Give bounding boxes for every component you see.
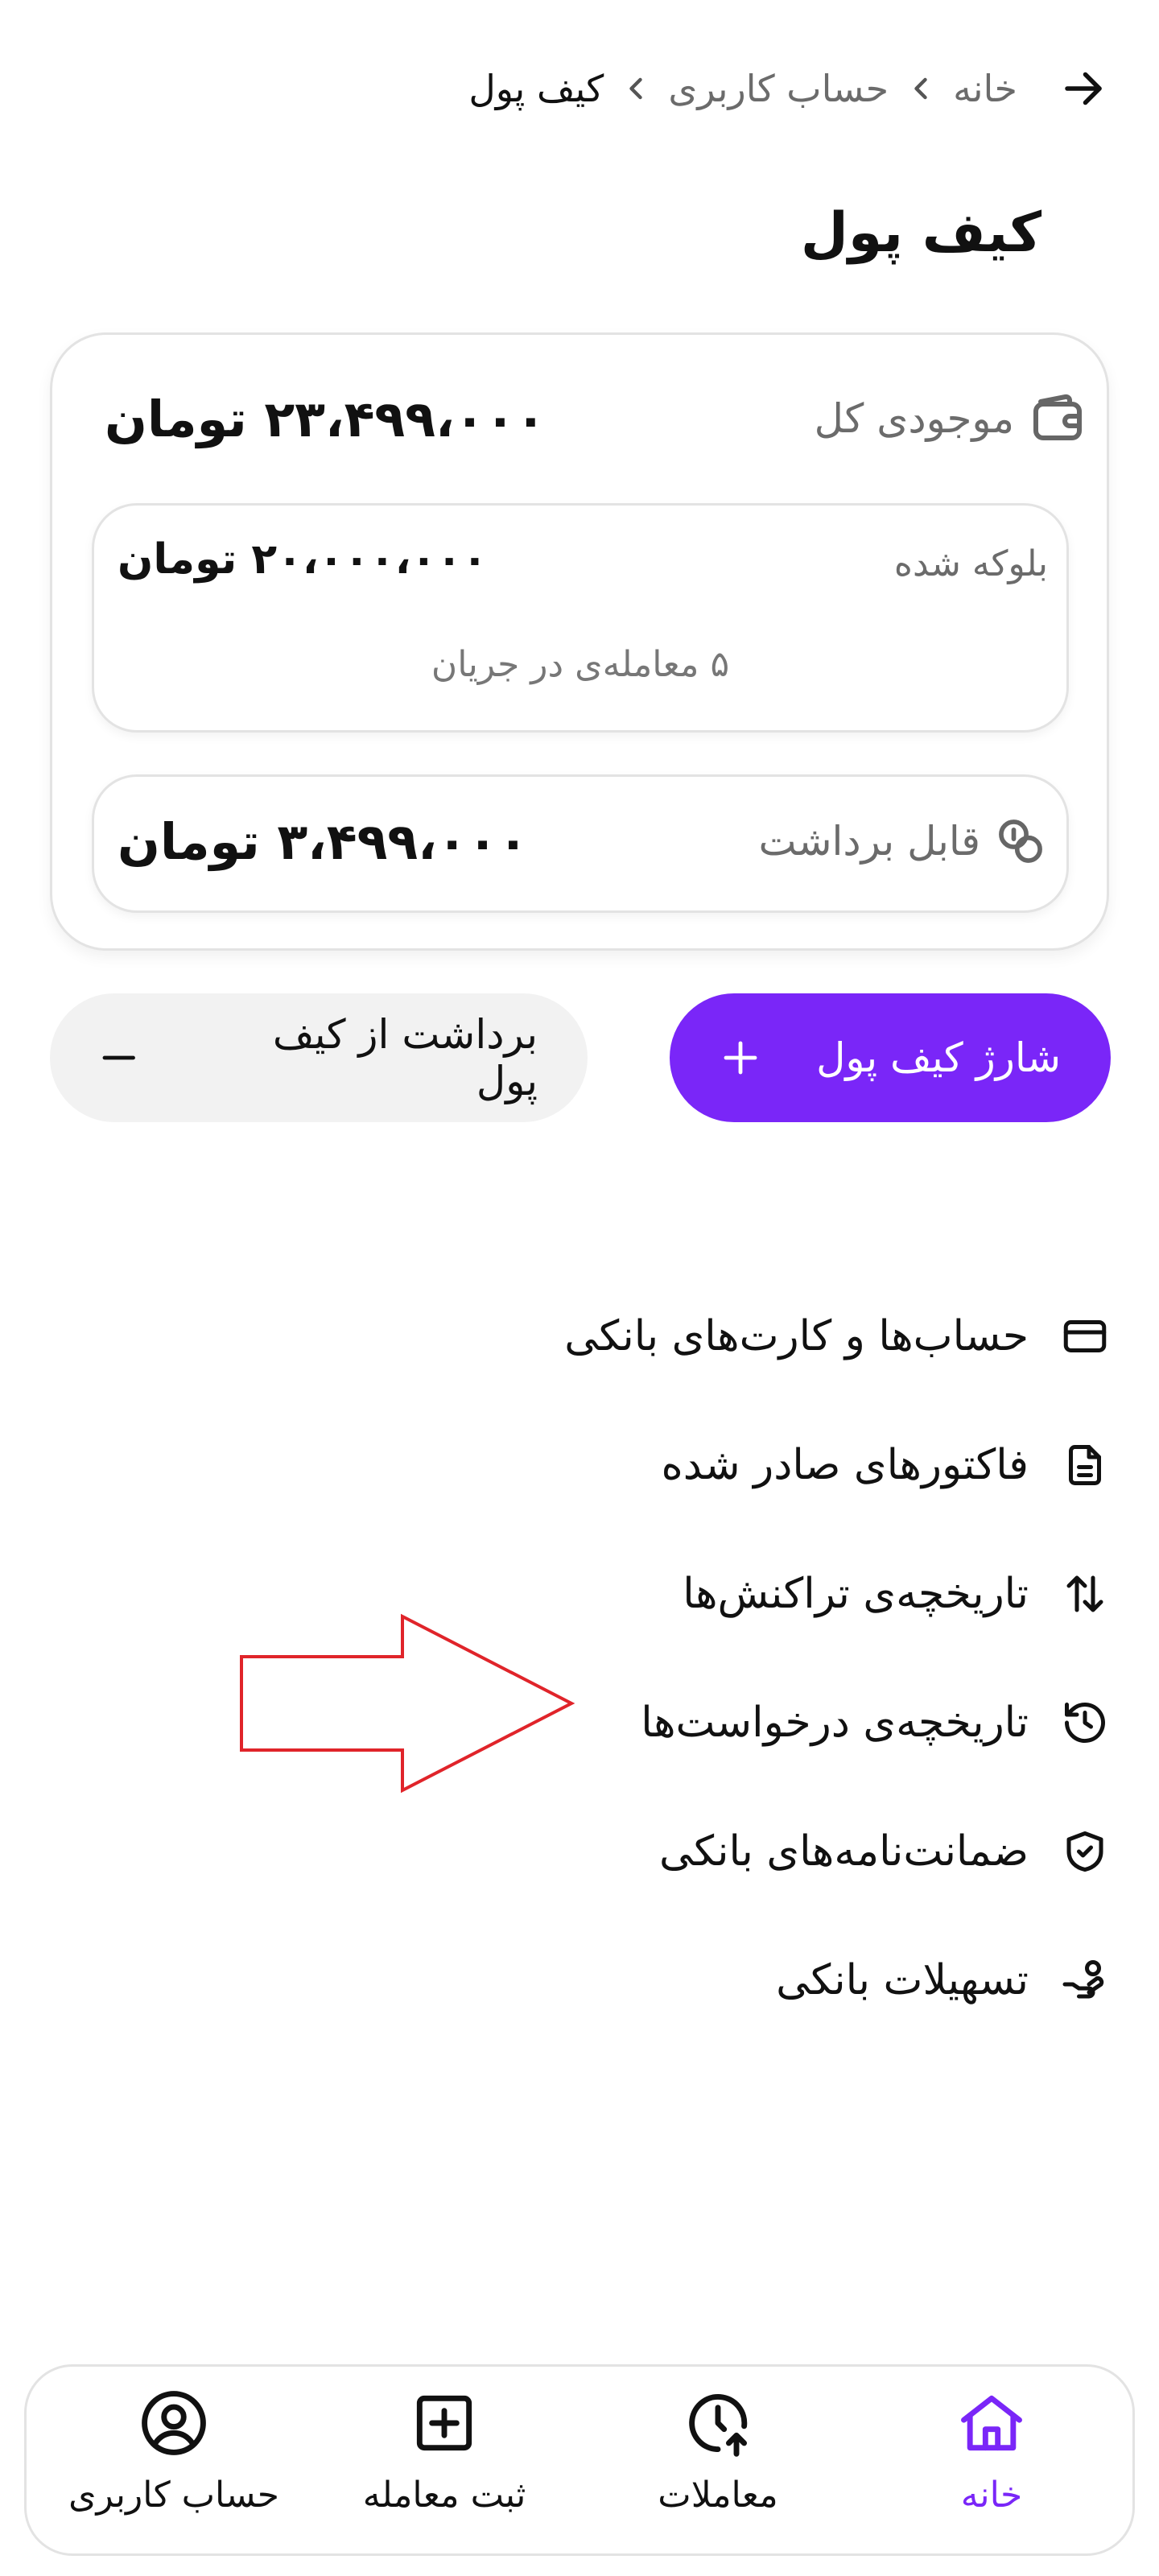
nav-label: خانه (960, 2475, 1023, 2516)
menu-item-label: تاریخچه‌ی درخواست‌ها (641, 1699, 1029, 1747)
menu-item-requests-history[interactable]: تاریخچه‌ی درخواست‌ها (497, 1658, 1109, 1787)
breadcrumb-home[interactable]: خانه (953, 67, 1017, 110)
blocked-balance-label: بلوکه شده (893, 543, 1048, 584)
withdrawable-balance-label: قابل برداشت (759, 814, 1048, 869)
charge-wallet-label: شارژ کیف پول (816, 1034, 1061, 1081)
credit-card-icon (1063, 1320, 1107, 1352)
withdraw-wallet-label: برداشت از کیف پول (272, 1011, 538, 1104)
breadcrumb-wallet: کیف پول (468, 67, 604, 110)
hand-coin-icon (1062, 1960, 1104, 1999)
withdrawable-balance-row: قابل برداشت ۳،۴۹۹،۰۰۰ تومان (118, 797, 1048, 886)
menu-item-label: تاریخچه‌ی تراکنش‌ها (683, 1570, 1029, 1618)
breadcrumb: خانه حساب کاربری کیف پول (45, 56, 1114, 121)
active-deals-note: ۵ معامله‌ی در جریان (431, 644, 730, 685)
user-circle-icon (142, 2391, 206, 2455)
menu-item-label: فاکتورهای صادر شده (661, 1441, 1029, 1489)
withdrawable-balance-text: قابل برداشت (758, 818, 980, 865)
total-balance-label: موجودی کل (815, 390, 1087, 448)
transfer-arrows-icon (1066, 1575, 1103, 1612)
menu-item-transactions[interactable]: تاریخچه‌ی تراکنش‌ها (497, 1530, 1109, 1658)
coins-icon (999, 819, 1042, 863)
menu-item-invoices[interactable]: فاکتورهای صادر شده (497, 1401, 1109, 1530)
nav-label: ثبت معامله (362, 2475, 526, 2516)
nav-account[interactable]: حساب کاربری (45, 2386, 303, 2516)
withdraw-wallet-button[interactable]: برداشت از کیف پول (50, 993, 588, 1122)
total-balance-text: موجودی کل (814, 395, 1014, 442)
breadcrumb-account[interactable]: حساب کاربری (668, 67, 889, 110)
nav-label: معاملات (658, 2475, 778, 2516)
clock-upload-icon (689, 2393, 748, 2457)
annotation-arrow-icon (240, 1613, 575, 1794)
plus-icon (724, 1041, 757, 1075)
menu-item-bank-loans[interactable]: تسهیلات بانکی (497, 1916, 1109, 2045)
menu-item-label: حساب‌ها و کارت‌های بانکی (564, 1312, 1029, 1360)
menu-item-label: تسهیلات بانکی (776, 1956, 1029, 2004)
nav-label: حساب کاربری (68, 2475, 279, 2516)
charge-wallet-button[interactable]: شارژ کیف پول (670, 993, 1111, 1122)
arrow-right-icon (1065, 72, 1102, 105)
wallet-menu: حساب‌ها و کارت‌های بانکی فاکتورهای صادر … (497, 1272, 1109, 2045)
shield-check-icon (1066, 1831, 1103, 1872)
nav-home[interactable]: خانه (863, 2386, 1120, 2516)
total-balance-row: موجودی کل ۲۳،۴۹۹،۰۰۰ تومان (105, 378, 1087, 459)
chevron-left-icon (914, 77, 927, 100)
chevron-left-icon (629, 77, 643, 100)
page-title: کیف پول (800, 201, 1041, 265)
document-icon (1069, 1445, 1101, 1485)
home-icon (961, 2395, 1022, 2451)
plus-square-icon (416, 2395, 472, 2451)
menu-item-bank-accounts[interactable]: حساب‌ها و کارت‌های بانکی (497, 1272, 1109, 1401)
menu-item-bank-guarantees[interactable]: ضمانت‌نامه‌های بانکی (497, 1787, 1109, 1916)
nav-deals[interactable]: معاملات (589, 2386, 847, 2516)
nav-new-deal[interactable]: ثبت معامله (316, 2386, 573, 2516)
wallet-icon (1033, 394, 1082, 440)
back-button[interactable] (1053, 58, 1114, 119)
menu-item-label: ضمانت‌نامه‌های بانکی (659, 1827, 1029, 1876)
minus-icon (102, 1055, 135, 1060)
withdrawable-balance-amount: ۳،۴۹۹،۰۰۰ تومان (118, 811, 529, 871)
history-clock-icon (1065, 1703, 1105, 1744)
blocked-balance-amount: ۲۰،۰۰۰،۰۰۰ تومان (118, 535, 488, 584)
total-balance-amount: ۲۳،۴۹۹،۰۰۰ تومان (105, 389, 547, 448)
